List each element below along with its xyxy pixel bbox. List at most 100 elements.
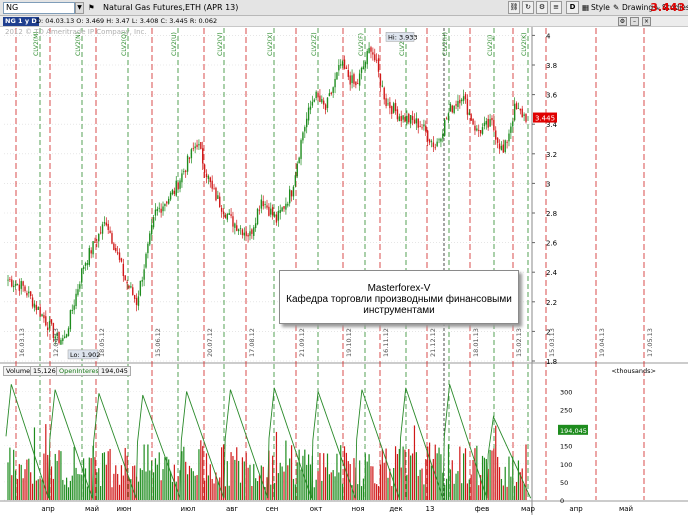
price-candle xyxy=(154,209,157,216)
volume-bar xyxy=(379,464,382,500)
volume-bar xyxy=(60,451,62,500)
price-candle xyxy=(413,119,416,124)
price-candle xyxy=(294,175,297,186)
volume-bar xyxy=(419,469,421,500)
price-candle xyxy=(360,67,363,73)
price-candle xyxy=(181,173,183,183)
price-candle xyxy=(408,113,410,123)
price-candle xyxy=(415,118,418,124)
price-candle xyxy=(65,334,68,338)
volume-bar xyxy=(258,475,261,500)
price-candle xyxy=(241,229,244,236)
volume-bar xyxy=(73,446,75,500)
volume-bar xyxy=(444,484,446,500)
volume-bar xyxy=(406,474,408,500)
volume-bar xyxy=(525,444,527,500)
volume-bar xyxy=(88,457,90,500)
price-candle xyxy=(459,99,461,104)
open-interest-current-label: 194,045 xyxy=(560,427,587,435)
price-candle xyxy=(445,118,448,120)
price-candle xyxy=(400,116,402,122)
volume-label[interactable]: Volume xyxy=(3,366,34,376)
volume-bar xyxy=(402,446,404,500)
volume-bar xyxy=(370,466,372,500)
price-candle xyxy=(234,223,236,228)
volume-bar xyxy=(359,460,361,500)
volume-bar xyxy=(181,451,183,500)
volume-bar xyxy=(302,455,304,500)
volume-bar xyxy=(277,473,279,500)
volume-bar xyxy=(474,448,476,500)
price-candle xyxy=(111,233,113,244)
price-candle xyxy=(79,284,81,289)
volume-bar xyxy=(279,462,281,500)
price-candle xyxy=(198,144,200,146)
price-candle xyxy=(498,143,501,149)
price-candle xyxy=(147,243,149,254)
price-candle xyxy=(457,100,459,108)
volume-bar xyxy=(432,458,434,500)
volume-bar xyxy=(272,455,274,500)
volume-bar xyxy=(58,450,60,500)
volume-bar xyxy=(113,473,115,500)
volume-bar xyxy=(132,466,134,500)
price-candle xyxy=(75,293,77,306)
month-label: апр xyxy=(569,505,583,513)
price-candle xyxy=(94,241,96,243)
price-candle xyxy=(160,208,162,213)
price-candle xyxy=(343,59,346,69)
price-candle xyxy=(461,99,463,102)
price-candle xyxy=(326,97,329,109)
price-candle xyxy=(103,222,106,224)
price-candle xyxy=(495,130,497,140)
volume-bar xyxy=(249,464,251,500)
price-candle xyxy=(304,127,306,132)
price-candle xyxy=(290,190,293,197)
volume-bar xyxy=(342,483,344,500)
volume-bar xyxy=(126,455,128,500)
volume-bar xyxy=(196,475,198,500)
price-candle xyxy=(273,214,276,217)
price-candle xyxy=(11,279,13,287)
price-candle xyxy=(421,127,423,129)
price-candle xyxy=(185,170,187,172)
price-candle xyxy=(37,306,39,310)
info-line-1: Masterforex-V xyxy=(367,283,431,294)
price-candle xyxy=(515,103,518,110)
volume-bar xyxy=(238,460,240,500)
volume-bar xyxy=(332,470,334,500)
volume-bar xyxy=(510,476,512,500)
volume-bar xyxy=(52,478,54,500)
price-chart[interactable]: 43.83.63.43.232.82.62.42.221.83.44516.03… xyxy=(0,0,688,515)
date-marker-label: 16.11.12 xyxy=(382,328,390,357)
volume-bar xyxy=(111,487,113,500)
price-candle xyxy=(149,233,151,245)
price-candle xyxy=(126,281,128,284)
volume-bar xyxy=(411,453,414,500)
price-candle xyxy=(383,87,385,100)
volume-bar xyxy=(211,478,213,500)
price-candle xyxy=(394,102,397,112)
volume-bar xyxy=(228,485,230,500)
volume-bar xyxy=(466,483,468,500)
price-candle xyxy=(270,208,272,215)
price-candle xyxy=(116,252,119,254)
volume-bar xyxy=(521,468,523,500)
price-candle xyxy=(341,61,344,66)
volume-bar xyxy=(459,446,461,500)
expiry-marker-label: CLV2(F) xyxy=(358,33,365,56)
price-candle xyxy=(281,207,283,212)
expiry-marker-label: CLV2(H) xyxy=(442,32,449,56)
price-candle xyxy=(307,107,310,121)
volume-bar xyxy=(345,452,348,500)
price-candle xyxy=(340,64,342,66)
volume-bar xyxy=(64,484,66,500)
volume-bar xyxy=(122,475,124,500)
price-candle xyxy=(472,118,474,125)
price-candle xyxy=(338,65,340,71)
price-candle xyxy=(447,113,450,120)
price-candle xyxy=(60,339,62,345)
volume-bar xyxy=(323,453,325,500)
price-candle xyxy=(370,47,372,52)
price-candle xyxy=(500,145,503,151)
